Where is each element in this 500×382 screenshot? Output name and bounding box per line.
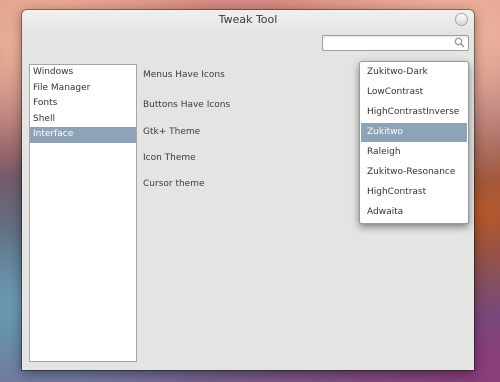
theme-option-zukitwo[interactable]: Zukitwo [361, 123, 467, 142]
sidebar-item-shell[interactable]: Shell [30, 112, 136, 128]
titlebar[interactable]: Tweak Tool [22, 10, 474, 30]
tweak-tool-window: Tweak Tool Windows File Manager Fonts Sh… [22, 10, 474, 370]
menus-have-icons-label: Menus Have Icons [143, 70, 225, 80]
search-input[interactable] [322, 35, 469, 51]
sidebar-item-file-manager[interactable]: File Manager [30, 81, 136, 97]
theme-option-raleigh[interactable]: Raleigh [361, 143, 467, 162]
theme-option-zukitwo-resonance[interactable]: Zukitwo-Resonance [361, 163, 467, 182]
window-title: Tweak Tool [218, 13, 278, 26]
buttons-have-icons-label: Buttons Have Icons [143, 100, 231, 110]
theme-option-lowcontrast[interactable]: LowContrast [361, 83, 467, 102]
theme-option-highcontrastinverse[interactable]: HighContrastInverse [361, 103, 467, 122]
sidebar-item-fonts[interactable]: Fonts [30, 96, 136, 112]
sidebar: Windows File Manager Fonts Shell Interfa… [29, 64, 137, 362]
icon-theme-label: Icon Theme [143, 153, 196, 163]
theme-option-adwaita[interactable]: Adwaita [361, 203, 467, 222]
search-icon [454, 37, 465, 48]
sidebar-item-interface[interactable]: Interface [30, 127, 136, 143]
close-icon[interactable] [455, 13, 468, 26]
sidebar-item-windows[interactable]: Windows [30, 65, 136, 81]
cursor-theme-label: Cursor theme [143, 179, 205, 189]
theme-option-zukitwo-dark[interactable]: Zukitwo-Dark [361, 63, 467, 82]
gtk-theme-dropdown-menu: Zukitwo-Dark LowContrast HighContrastInv… [359, 61, 469, 224]
gtk-theme-label: Gtk+ Theme [143, 127, 201, 137]
theme-option-highcontrast[interactable]: HighContrast [361, 183, 467, 202]
